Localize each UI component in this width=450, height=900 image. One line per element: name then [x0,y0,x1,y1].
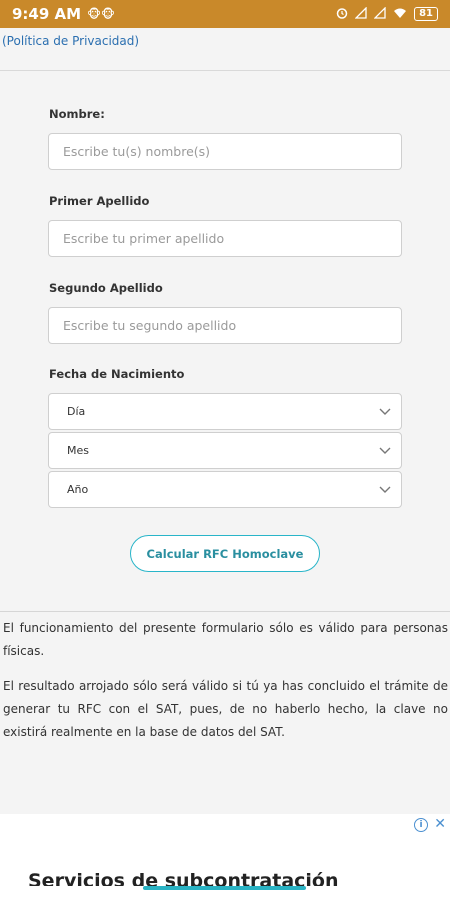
primer-apellido-label: Primer Apellido [49,194,150,208]
status-left: 9:49 AM 🐵🐵 [12,5,115,23]
battery-icon: 81 [414,7,438,21]
segundo-apellido-input[interactable] [48,307,402,344]
nombre-input[interactable] [48,133,402,170]
dia-select[interactable]: Día [48,393,402,430]
ad-headline[interactable]: Servicios de subcontratación [28,870,358,886]
privacy-policy-link[interactable]: (Política de Privacidad) [2,34,139,48]
ad-close-icon[interactable]: ✕ [434,816,446,832]
primer-apellido-input[interactable] [48,220,402,257]
wifi-icon [393,7,407,22]
signal-icon [354,5,367,22]
info-paragraph-1: El funcionamiento del presente formulari… [3,621,448,658]
ad-info-icon[interactable]: i [414,818,428,832]
mes-select-value: Mes [67,444,89,457]
nombre-label: Nombre: [49,107,105,121]
fecha-nacimiento-label: Fecha de Nacimiento [49,367,185,381]
mes-select[interactable]: Mes [48,432,402,469]
dia-select-value: Día [67,405,86,418]
divider [0,611,450,612]
alarm-icon [336,7,348,22]
notification-icons: 🐵🐵 [87,7,115,21]
chevron-down-icon [379,447,391,454]
signal-icon-2 [373,5,386,22]
segundo-apellido-label: Segundo Apellido [49,281,163,295]
navigation-handle[interactable] [143,886,306,890]
anio-select-value: Año [67,483,89,496]
calcular-rfc-button[interactable]: Calcular RFC Homoclave [130,535,320,572]
status-bar: 9:49 AM 🐵🐵 81 [0,0,450,28]
info-paragraph-2: El resultado arrojado sólo será válido s… [3,679,448,739]
anio-select[interactable]: Año [48,471,402,508]
status-right: 81 [336,5,438,22]
chevron-down-icon [379,486,391,493]
status-time: 9:49 AM [12,5,82,23]
rfc-form: Nombre: Primer Apellido Segundo Apellido… [0,71,450,611]
chevron-down-icon [379,408,391,415]
